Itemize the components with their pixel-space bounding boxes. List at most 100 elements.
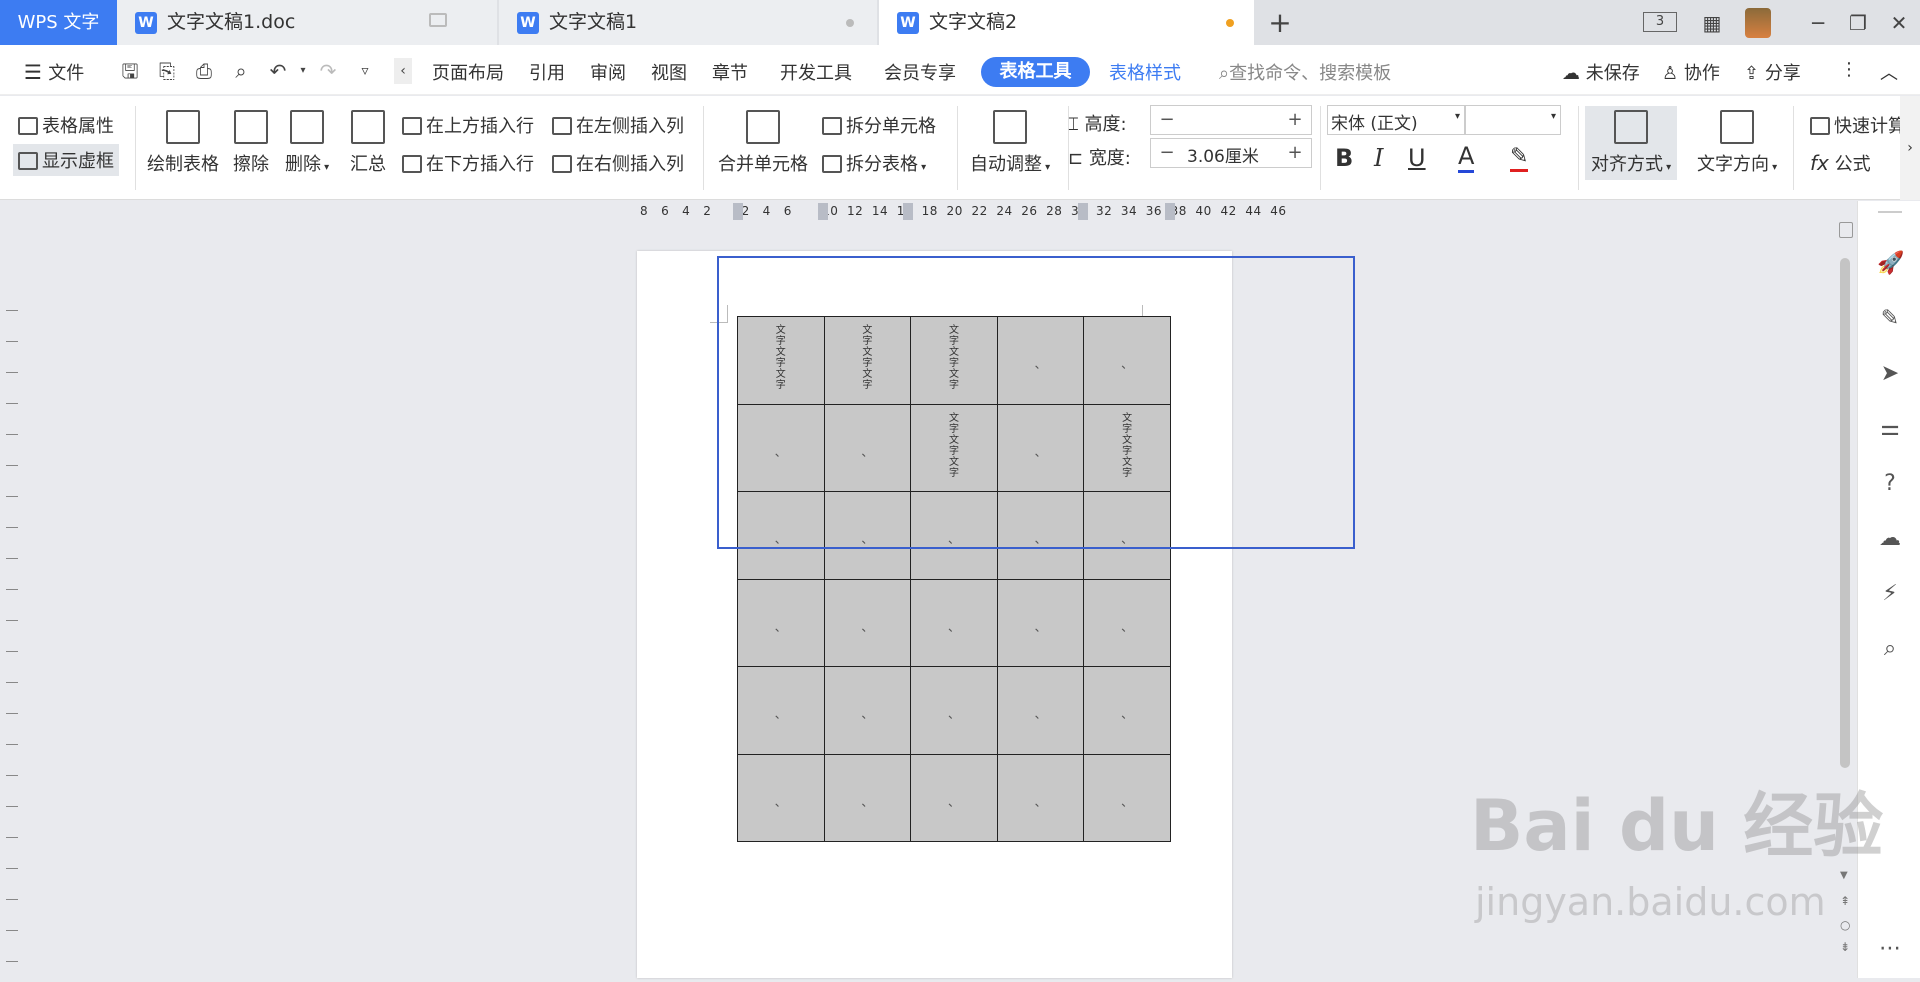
search-command[interactable]: ⌕查找命令、搜索模板 — [1219, 59, 1391, 85]
height-decrease-button[interactable]: − — [1151, 106, 1183, 134]
table-cell[interactable]: 、 — [737, 666, 825, 755]
rocket-icon[interactable]: 🚀 — [1877, 251, 1904, 277]
summary-button[interactable]: 汇总 — [350, 110, 386, 176]
table-cell[interactable]: 、 — [823, 753, 912, 842]
menu-developer[interactable]: 开发工具 — [780, 59, 852, 85]
table-cell[interactable]: 、 — [823, 578, 912, 667]
width-increase-button[interactable]: + — [1279, 139, 1311, 167]
table-cell[interactable]: 、 — [823, 666, 912, 755]
table-cell[interactable]: 、 — [1083, 578, 1171, 667]
bold-button[interactable]: B — [1335, 144, 1353, 172]
auto-adjust-button[interactable]: 自动调整 ▾ — [970, 110, 1050, 176]
erase-button[interactable]: 擦除 — [233, 110, 269, 176]
split-table-button[interactable]: 拆分表格 ▾ — [822, 150, 926, 176]
unsaved-status[interactable]: ☁ 未保存 — [1562, 59, 1640, 85]
insert-col-left-button[interactable]: 在左侧插入列 — [552, 112, 684, 138]
table-properties-button[interactable]: 表格属性 — [18, 112, 114, 138]
print-preview-icon[interactable]: ⌕ — [228, 58, 254, 84]
table-cell[interactable]: 、 — [737, 578, 825, 667]
table-cell[interactable]: 、 — [996, 578, 1085, 667]
ruler-marker[interactable] — [1165, 203, 1175, 220]
ruler-marker[interactable] — [818, 203, 828, 220]
tab-doc3[interactable]: W 文字文稿2 — [879, 0, 1254, 45]
ruler-marker[interactable] — [733, 203, 743, 220]
width-value[interactable]: 3.06厘米 — [1187, 142, 1259, 167]
prev-page-icon[interactable]: ⇞ — [1840, 894, 1850, 908]
pen-icon[interactable]: ✎ — [1877, 306, 1903, 332]
quick-calc-button[interactable]: 快速计算 — [1810, 112, 1906, 138]
table-cell[interactable]: 、 — [737, 753, 825, 842]
show-gridlines-button[interactable]: 显示虚框 — [13, 144, 119, 176]
file-menu[interactable]: ☰ 文件 — [24, 59, 84, 85]
avatar[interactable] — [1745, 8, 1771, 38]
ruler-marker[interactable] — [1078, 203, 1088, 220]
draw-table-button[interactable]: 绘制表格 — [147, 110, 219, 176]
export-pdf-icon[interactable]: ⎘ — [154, 58, 180, 84]
scroll-left-icon[interactable]: ‹ — [394, 58, 412, 84]
more-menu-icon[interactable]: ⋮ — [1840, 59, 1858, 80]
formula-button[interactable]: fx 公式 — [1810, 150, 1871, 176]
menu-references[interactable]: 引用 — [529, 59, 565, 85]
menu-page-layout[interactable]: 页面布局 — [432, 59, 504, 85]
italic-button[interactable]: I — [1374, 144, 1383, 172]
table-cell[interactable]: 、 — [910, 753, 998, 842]
insert-col-right-button[interactable]: 在右侧插入列 — [552, 150, 684, 176]
highlight-icon[interactable]: ✎ — [1510, 144, 1529, 172]
next-page-icon[interactable]: ⇟ — [1840, 940, 1850, 954]
scroll-down-icon[interactable]: ▼ — [1840, 870, 1848, 881]
restore-icon[interactable]: ❐ — [1843, 8, 1873, 38]
split-view-icon[interactable] — [1839, 222, 1853, 238]
select-browse-icon[interactable]: ○ — [1840, 918, 1850, 932]
ruler-marker[interactable] — [903, 203, 913, 220]
merge-cells-button[interactable]: 合并单元格 — [718, 110, 808, 176]
table-cell[interactable]: 、 — [1083, 666, 1171, 755]
height-stepper[interactable]: − + — [1150, 105, 1312, 135]
tab-doc1[interactable]: W 文字文稿1.doc — [117, 0, 497, 45]
help-icon[interactable]: ? — [1877, 471, 1903, 497]
cursor-icon[interactable]: ➤ — [1877, 361, 1903, 387]
collapse-ribbon-icon[interactable]: ︿ — [1880, 59, 1898, 85]
page-count-badge[interactable]: 3 — [1643, 12, 1677, 32]
table-cell[interactable]: 、 — [1083, 753, 1171, 842]
text-direction-button[interactable]: 文字方向 ▾ — [1697, 110, 1777, 176]
font-color-button[interactable]: A — [1458, 142, 1475, 173]
cloud-sync-icon[interactable]: ☁ — [1877, 526, 1903, 552]
split-cells-button[interactable]: 拆分单元格 — [822, 112, 936, 138]
collab-button[interactable]: ♙ 协作 — [1662, 59, 1720, 85]
height-increase-button[interactable]: + — [1279, 106, 1311, 134]
menu-view[interactable]: 视图 — [651, 59, 687, 85]
save-icon[interactable]: 🖫 — [117, 58, 143, 84]
insert-row-above-button[interactable]: 在上方插入行 — [402, 112, 534, 138]
menu-review[interactable]: 审阅 — [590, 59, 626, 85]
table-cell[interactable]: 、 — [910, 578, 998, 667]
grid-apps-icon[interactable]: ▦ — [1697, 8, 1727, 38]
redo-icon[interactable]: ↷ — [315, 58, 341, 84]
print-icon[interactable]: ⎙ — [191, 58, 217, 84]
minimize-icon[interactable]: ─ — [1803, 8, 1833, 38]
sliders-icon[interactable]: ⚌ — [1877, 416, 1903, 442]
customize-dropdown-icon[interactable]: ▿ — [352, 58, 378, 84]
font-name-select[interactable]: 宋体 (正文) ▾ — [1327, 105, 1465, 135]
ribbon-scroll-right-icon[interactable]: › — [1900, 96, 1920, 200]
undo-icon[interactable]: ↶ — [265, 58, 291, 84]
align-button[interactable]: 对齐方式 ▾ — [1585, 106, 1678, 180]
insert-row-below-button[interactable]: 在下方插入行 — [402, 150, 534, 176]
share-button[interactable]: ⇪ 分享 — [1744, 59, 1801, 85]
table-cell[interactable]: 、 — [996, 753, 1085, 842]
width-stepper[interactable]: − 3.06厘米 + — [1150, 138, 1312, 168]
delete-button[interactable]: 删除 ▾ — [285, 110, 329, 176]
table-cell[interactable]: 、 — [910, 666, 998, 755]
table-cell[interactable]: 、 — [996, 666, 1085, 755]
new-tab-button[interactable]: + — [1265, 8, 1295, 38]
scrollbar-thumb[interactable] — [1840, 258, 1850, 768]
lightning-icon[interactable]: ⚡ — [1877, 581, 1903, 607]
undo-dropdown-icon[interactable]: ▾ — [290, 58, 316, 84]
menu-chapter[interactable]: 章节 — [712, 59, 748, 85]
underline-button[interactable]: U — [1408, 144, 1426, 172]
font-size-select[interactable]: ▾ — [1465, 105, 1561, 135]
tab-doc2[interactable]: W 文字文稿1 — [499, 0, 877, 45]
tab-table-style[interactable]: 表格样式 — [1109, 59, 1181, 85]
wps-app-tab[interactable]: WPS 文字 — [0, 0, 117, 45]
close-icon[interactable]: ✕ — [1884, 8, 1914, 38]
book-search-icon[interactable]: ⌕ — [1877, 636, 1903, 662]
